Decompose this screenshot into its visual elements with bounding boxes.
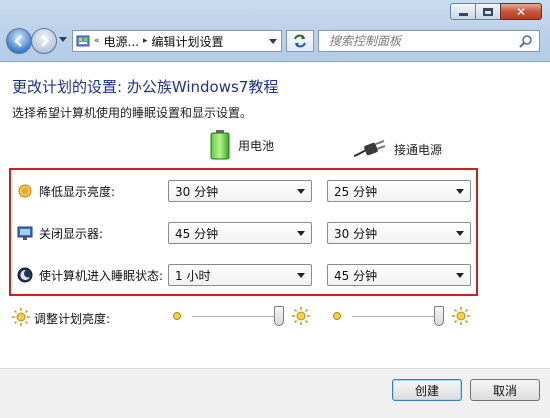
brightness-label: 调整计划亮度: [34,312,111,326]
slider-track [192,316,284,318]
dim-display-battery-select[interactable]: 30 分钟 [168,180,312,202]
plugged-column-label: 接通电源 [394,142,443,157]
setting-row-dim-display: 降低显示亮度: 30 分钟 25 分钟 [11,177,476,205]
brightness-low-icon [333,312,341,320]
breadcrumb-overflow[interactable]: « [94,36,100,46]
chevron-down-icon [456,273,464,278]
brightness-low-icon [173,312,181,320]
control-panel-icon [76,35,90,47]
cancel-button[interactable]: 取消 [470,379,540,401]
select-value: 1 小时 [175,268,211,283]
minimize-icon [458,13,468,16]
arrow-right-icon [41,35,49,47]
plugged-column-header: 接通电源 [354,140,442,158]
window-titlebar: ✕ « 电源... ▸ 编辑计划设置 [0,0,550,62]
battery-column-label: 用电池 [238,138,275,153]
dim-display-icon [18,184,32,198]
setting-label: 降低显示亮度: [39,184,116,199]
brightness-row: 调整计划亮度: [12,305,492,329]
refresh-button[interactable] [286,30,314,52]
address-dropdown-button[interactable] [265,31,281,51]
search-box [318,30,540,52]
power-plug-icon [354,140,386,157]
chevron-down-icon [456,231,464,236]
chevron-down-icon [297,231,305,236]
sleep-display-settings-group: 降低显示亮度: 30 分钟 25 分钟 关闭显示器: 45 分钟 30 分钟 使… [9,168,478,296]
brightness-high-icon [292,307,310,325]
recent-pages-dropdown[interactable] [59,37,67,42]
brightness-sun-icon [12,308,30,326]
page-title: 更改计划的设置: 办公族Windows7教程 [12,78,279,96]
search-icon[interactable] [519,34,533,48]
breadcrumb-power-options[interactable]: 电源... [104,33,139,50]
search-input[interactable] [329,34,509,48]
close-icon: ✕ [515,4,527,19]
setting-label: 使计算机进入睡眠状态: [39,268,164,283]
slider-thumb[interactable] [434,306,445,326]
sleep-plugged-select[interactable]: 45 分钟 [327,264,471,286]
setting-row-sleep: 使计算机进入睡眠状态: 1 小时 45 分钟 [11,261,476,289]
chevron-down-icon [297,189,305,194]
chevron-down-icon [269,38,277,44]
maximize-icon [483,7,493,16]
dim-display-plugged-select[interactable]: 25 分钟 [327,180,471,202]
brightness-plugged-slider[interactable] [332,305,472,329]
brightness-battery-slider[interactable] [172,305,312,329]
select-value: 45 分钟 [334,268,378,283]
battery-column-header: 用电池 [210,130,274,160]
sleep-battery-select[interactable]: 1 小时 [168,264,312,286]
battery-icon [210,130,230,160]
breadcrumb-edit-plan[interactable]: 编辑计划设置 [152,33,224,50]
display-off-icon [17,226,33,240]
chevron-down-icon [297,273,305,278]
forward-button[interactable] [31,28,57,54]
breadcrumb-separator[interactable]: ▸ [143,36,148,46]
address-bar[interactable]: « 电源... ▸ 编辑计划设置 [72,30,282,52]
maximize-button[interactable] [475,3,501,20]
create-button[interactable]: 创建 [392,379,462,401]
back-button[interactable] [6,28,32,54]
setting-row-display-off: 关闭显示器: 45 分钟 30 分钟 [11,219,476,247]
select-value: 45 分钟 [175,226,219,241]
chevron-down-icon [456,189,464,194]
close-button[interactable]: ✕ [500,3,542,20]
slider-track [352,316,444,318]
setting-label: 关闭显示器: [39,226,104,241]
slider-thumb[interactable] [274,306,285,326]
dialog-footer: 创建 取消 [0,368,550,418]
refresh-icon [294,34,306,48]
brightness-high-icon [452,307,470,325]
page-description: 选择希望计算机使用的睡眠设置和显示设置。 [12,106,253,120]
display-off-plugged-select[interactable]: 30 分钟 [327,222,471,244]
select-value: 30 分钟 [334,226,378,241]
arrow-left-icon [14,35,22,47]
display-off-battery-select[interactable]: 45 分钟 [168,222,312,244]
select-value: 25 分钟 [334,184,378,199]
minimize-button[interactable] [450,3,476,20]
select-value: 30 分钟 [175,184,219,199]
sleep-moon-icon [17,267,33,283]
window-controls: ✕ [450,3,542,20]
